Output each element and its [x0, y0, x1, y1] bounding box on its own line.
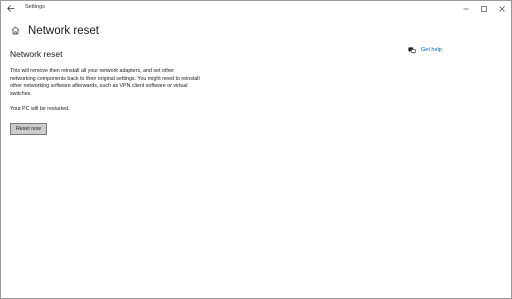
- minimize-icon: [463, 0, 469, 17]
- close-button[interactable]: [493, 1, 511, 14]
- settings-window: Settings Network reset Network reset Thi…: [0, 0, 512, 299]
- description-text: This will remove then reinstall all your…: [10, 68, 200, 97]
- home-button[interactable]: [10, 26, 20, 36]
- minimize-button[interactable]: [457, 1, 475, 14]
- close-icon: [499, 0, 505, 17]
- window-title: Settings: [25, 4, 45, 10]
- section-title: Network reset: [10, 49, 63, 59]
- maximize-icon: [481, 0, 487, 17]
- title-bar: Settings: [1, 1, 511, 15]
- back-arrow-icon: [7, 0, 15, 17]
- maximize-button[interactable]: [475, 1, 493, 14]
- back-button[interactable]: [4, 2, 18, 14]
- page-title: Network reset: [28, 25, 99, 37]
- restart-note: Your PC will be restarted.: [10, 106, 70, 112]
- chat-help-icon: [408, 47, 416, 54]
- get-help-label: Get help: [421, 47, 442, 53]
- get-help-link[interactable]: Get help: [408, 46, 442, 55]
- window-controls: [457, 1, 511, 15]
- home-icon: [11, 22, 20, 40]
- page-header: Network reset: [10, 23, 99, 39]
- reset-now-button[interactable]: Reset now: [10, 123, 47, 135]
